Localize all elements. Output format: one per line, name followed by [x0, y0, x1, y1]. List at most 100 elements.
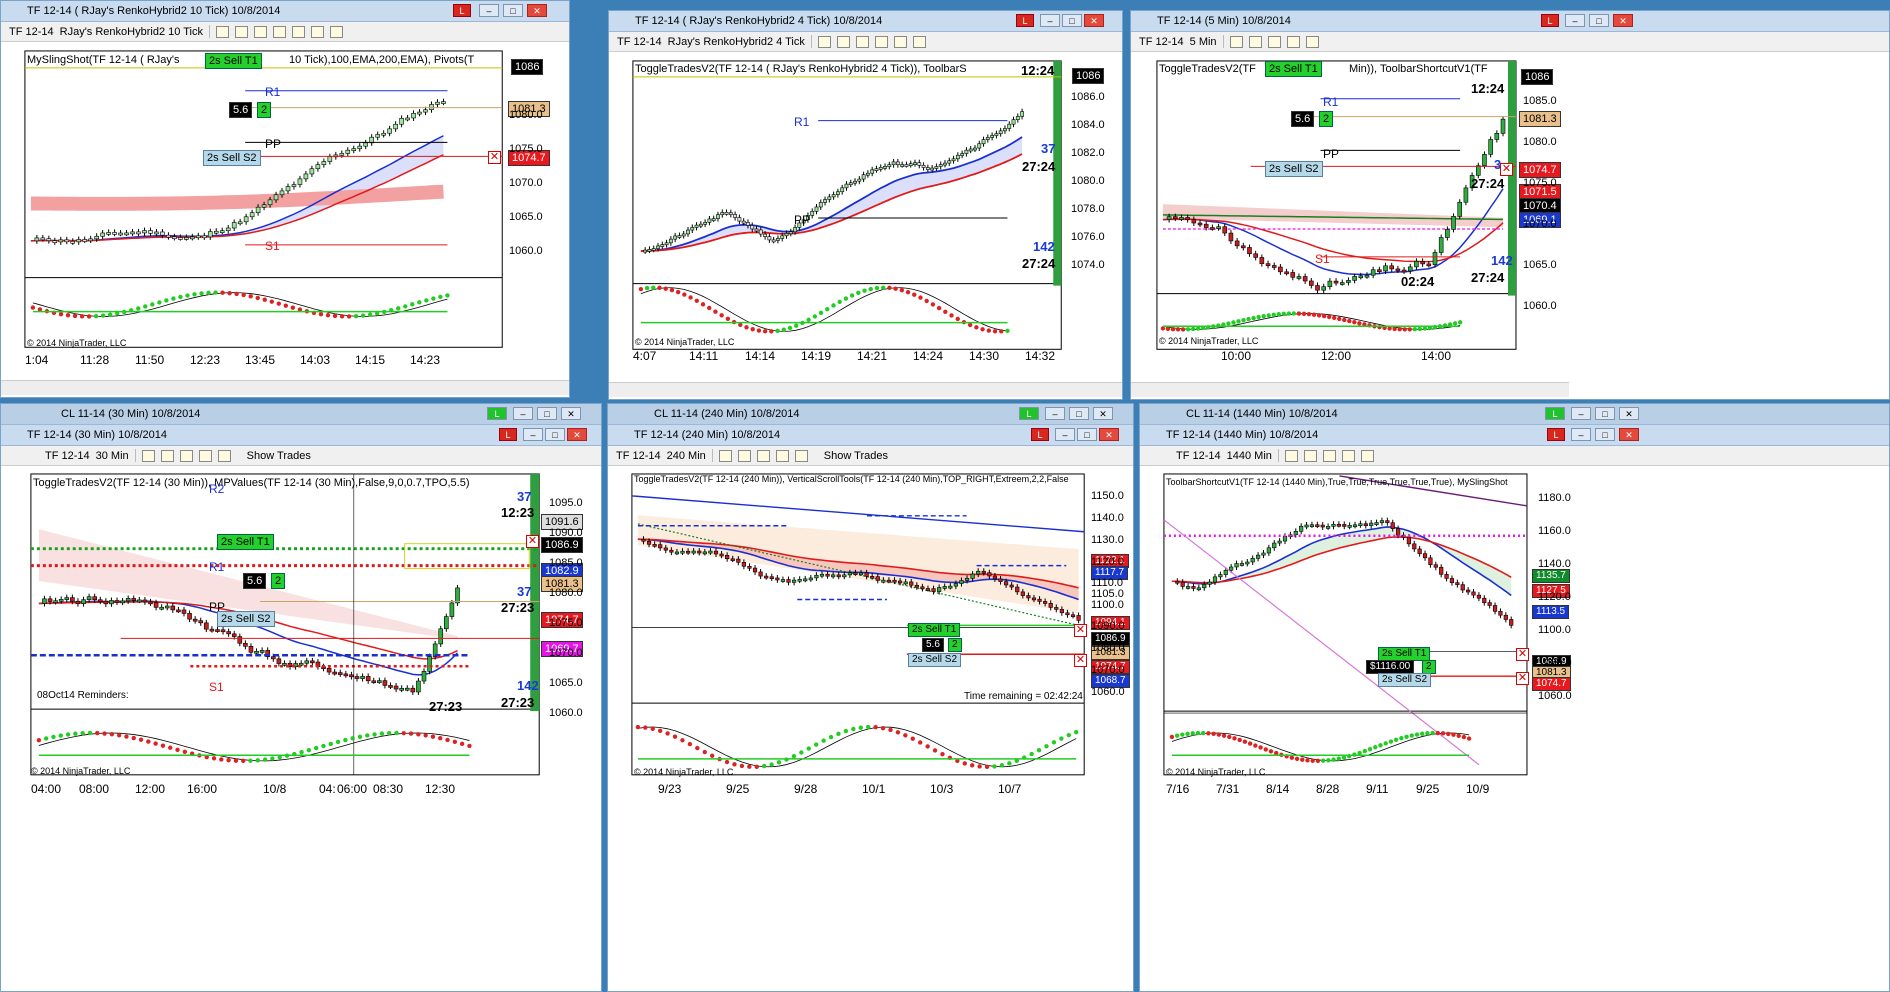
sell-t1-label[interactable]: 2s Sell T1: [205, 53, 262, 69]
horizontal-scrollbar[interactable]: [609, 382, 1122, 397]
window-l-button[interactable]: L: [499, 428, 517, 441]
sell-s2-label[interactable]: 2s Sell S2: [908, 653, 962, 667]
interval-selector[interactable]: 1440 Min: [1227, 450, 1272, 462]
interval-selector[interactable]: 240 Min: [667, 450, 706, 462]
l-button[interactable]: L: [1019, 407, 1039, 420]
indicators-icon[interactable]: [310, 25, 324, 38]
window-l-button[interactable]: L: [1547, 428, 1565, 441]
draw-tool-icon[interactable]: [737, 449, 751, 462]
close-stop-icon[interactable]: ✕: [1516, 672, 1529, 685]
price-chart[interactable]: [1, 466, 601, 991]
minimize-button[interactable]: –: [479, 4, 499, 17]
close-button[interactable]: ✕: [1093, 407, 1113, 420]
close-inner-button[interactable]: ✕: [1619, 428, 1639, 441]
zoom-icon[interactable]: [272, 25, 286, 38]
minimize-button[interactable]: –: [1040, 14, 1060, 27]
interval-selector[interactable]: 5 Min: [1190, 36, 1217, 48]
show-trades-button[interactable]: Show Trades: [824, 450, 888, 462]
close-button[interactable]: ✕: [1619, 407, 1639, 420]
instrument-selector[interactable]: TF 12-14: [1176, 450, 1221, 462]
maximize-button[interactable]: □: [1589, 14, 1609, 27]
bar-type-icon[interactable]: [817, 35, 831, 48]
crosshair-icon[interactable]: [1267, 35, 1281, 48]
instrument-selector[interactable]: TF 12-14: [45, 450, 90, 462]
close-button[interactable]: ✕: [527, 4, 547, 17]
zoom-icon[interactable]: [198, 449, 212, 462]
maximize-button[interactable]: □: [1595, 407, 1615, 420]
properties-icon[interactable]: [794, 449, 808, 462]
instrument-selector[interactable]: TF 12-14: [616, 450, 661, 462]
zoom-icon[interactable]: [1286, 35, 1300, 48]
close-order-icon[interactable]: ✕: [488, 151, 501, 164]
sell-t1-label[interactable]: 2s Sell T1: [1265, 61, 1322, 77]
instrument-selector[interactable]: TF 12-14: [617, 36, 662, 48]
price-chart[interactable]: [608, 466, 1133, 991]
price-chart[interactable]: [1140, 466, 1889, 991]
interval-selector[interactable]: RJay's RenkoHybrid2 4 Tick: [668, 36, 805, 48]
crosshair-icon[interactable]: [756, 449, 770, 462]
bar-type-icon[interactable]: [215, 25, 229, 38]
minimize-button[interactable]: –: [1565, 14, 1585, 27]
minimize-inner-button[interactable]: –: [523, 428, 543, 441]
window-titlebar[interactable]: TF 12-14 (30 Min) 10/8/2014 L – □ ✕: [1, 425, 601, 446]
sell-s2-label[interactable]: 2s Sell S2: [203, 150, 261, 166]
sell-t1-label[interactable]: 2s Sell T1: [217, 534, 274, 550]
close-button[interactable]: ✕: [1084, 14, 1104, 27]
draw-tool-icon[interactable]: [234, 25, 248, 38]
maximize-inner-button[interactable]: □: [1077, 428, 1097, 441]
maximize-button[interactable]: □: [503, 4, 523, 17]
outer-titlebar[interactable]: CL 11-14 (30 Min) 10/8/2014 L – □ ✕: [1, 404, 601, 425]
bar-type-icon[interactable]: [1229, 35, 1243, 48]
window-l-button[interactable]: L: [1031, 428, 1049, 441]
draw-tool-icon[interactable]: [160, 449, 174, 462]
strategies-icon[interactable]: [329, 25, 343, 38]
bar-type-icon[interactable]: [141, 449, 155, 462]
zoom-icon[interactable]: [1341, 449, 1355, 462]
sell-s2-label[interactable]: 2s Sell S2: [217, 611, 275, 627]
maximize-inner-button[interactable]: □: [1595, 428, 1615, 441]
close-button[interactable]: ✕: [561, 407, 581, 420]
bar-type-icon[interactable]: [718, 449, 732, 462]
properties-icon[interactable]: [1360, 449, 1374, 462]
close-stop-icon[interactable]: ✕: [1074, 654, 1087, 667]
window-l-button[interactable]: L: [453, 4, 471, 17]
crosshair-icon[interactable]: [253, 25, 267, 38]
maximize-button[interactable]: □: [1062, 14, 1082, 27]
crosshair-icon[interactable]: [855, 35, 869, 48]
crosshair-icon[interactable]: [179, 449, 193, 462]
close-inner-button[interactable]: ✕: [567, 428, 587, 441]
close-target-icon[interactable]: ✕: [1074, 624, 1087, 637]
l-button[interactable]: L: [1545, 407, 1565, 420]
minimize-button[interactable]: –: [1045, 407, 1065, 420]
close-button[interactable]: ✕: [1613, 14, 1633, 27]
sell-s2-label[interactable]: 2s Sell S2: [1265, 161, 1323, 177]
close-target-icon[interactable]: ✕: [526, 535, 539, 548]
window-l-button[interactable]: L: [1541, 14, 1559, 27]
window-titlebar[interactable]: TF 12-14 ( RJay's RenkoHybrid2 4 Tick) 1…: [609, 11, 1122, 32]
minimize-button[interactable]: –: [1571, 407, 1591, 420]
window-titlebar[interactable]: TF 12-14 (5 Min) 10/8/2014 L – □ ✕: [1131, 11, 1889, 32]
close-inner-button[interactable]: ✕: [1099, 428, 1119, 441]
horizontal-scrollbar[interactable]: [1131, 382, 1569, 397]
properties-icon[interactable]: [893, 35, 907, 48]
outer-titlebar[interactable]: CL 11-14 (240 Min) 10/8/2014 L – □ ✕: [608, 404, 1133, 425]
interval-selector[interactable]: RJay's RenkoHybrid2 10 Tick: [60, 26, 203, 38]
window-titlebar[interactable]: TF 12-14 (240 Min) 10/8/2014 L – □ ✕: [608, 425, 1133, 446]
instrument-selector[interactable]: TF 12-14: [1139, 36, 1184, 48]
horizontal-scrollbar[interactable]: [1, 380, 569, 395]
show-trades-button[interactable]: Show Trades: [247, 450, 311, 462]
zoom-icon[interactable]: [775, 449, 789, 462]
sell-s2-label[interactable]: 2s Sell S2: [1378, 673, 1432, 687]
sell-t1-label[interactable]: 2s Sell T1: [1378, 647, 1431, 661]
interval-selector[interactable]: 30 Min: [96, 450, 129, 462]
price-chart[interactable]: [1131, 51, 1889, 399]
draw-tool-icon[interactable]: [836, 35, 850, 48]
indicators-icon[interactable]: [912, 35, 926, 48]
maximize-inner-button[interactable]: □: [545, 428, 565, 441]
crosshair-icon[interactable]: [1322, 449, 1336, 462]
window-titlebar[interactable]: TF 12-14 ( RJay's RenkoHybrid2 10 Tick) …: [1, 1, 569, 22]
sell-t1-label[interactable]: 2s Sell T1: [908, 623, 961, 637]
close-order-icon[interactable]: ✕: [1500, 163, 1513, 176]
draw-tool-icon[interactable]: [1248, 35, 1262, 48]
minimize-button[interactable]: –: [513, 407, 533, 420]
